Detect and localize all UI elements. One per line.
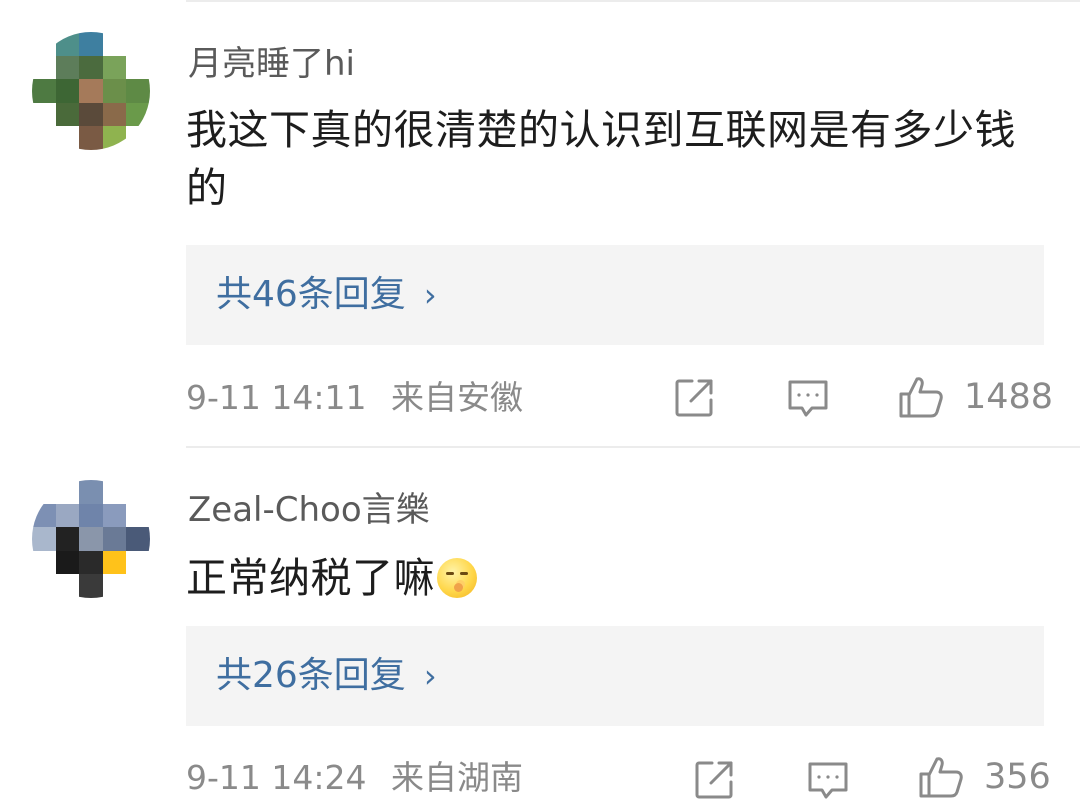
avatar-pixel bbox=[55, 480, 80, 504]
avatar-pixel bbox=[79, 574, 103, 598]
avatar-pixel bbox=[32, 102, 56, 127]
avatar-pixel bbox=[126, 503, 150, 528]
replies-box[interactable]: 共26条回复 › bbox=[186, 626, 1044, 726]
avatar-pixel bbox=[55, 55, 80, 80]
comment-text: 我这下真的很清楚的认识到互联网是有多少钱的 bbox=[186, 101, 1056, 217]
avatar-pixel bbox=[32, 550, 56, 575]
avatar-pixel bbox=[32, 32, 56, 56]
comment-button[interactable] bbox=[786, 378, 830, 420]
comment-text: 正常纳税了嘛 bbox=[186, 549, 1056, 607]
avatar-pixel bbox=[55, 79, 80, 103]
comment-button[interactable] bbox=[806, 760, 850, 802]
view-replies-link[interactable]: 共46条回复 › bbox=[216, 275, 437, 315]
avatar-pixel bbox=[102, 79, 127, 103]
share-button[interactable] bbox=[672, 376, 716, 420]
avatar-pixel bbox=[79, 550, 103, 575]
like-button[interactable]: 1488 bbox=[898, 374, 1053, 420]
avatar-pixel bbox=[32, 480, 56, 504]
comment-text-body: 我这下真的很清楚的认识到互联网是有多少钱的 bbox=[186, 106, 1016, 212]
like-count: 1488 bbox=[964, 377, 1054, 417]
shush-face-emoji-icon bbox=[437, 558, 477, 598]
avatar-pixel bbox=[102, 55, 127, 80]
avatar-pixel bbox=[126, 550, 150, 575]
avatar-pixel bbox=[126, 480, 150, 504]
share-icon bbox=[695, 761, 733, 799]
avatar-pixel bbox=[79, 126, 103, 150]
avatar-pixel bbox=[126, 102, 150, 127]
avatar-pixel bbox=[55, 126, 80, 150]
avatar-pixel bbox=[126, 574, 150, 598]
comment-item: 月亮睡了hi 我这下真的很清楚的认识到互联网是有多少钱的 共46条回复 › 9-1… bbox=[0, 0, 1080, 446]
comment-location: 来自湖南 bbox=[391, 758, 523, 797]
avatar-pixel bbox=[79, 102, 103, 127]
like-count: 356 bbox=[984, 757, 1051, 797]
share-button[interactable] bbox=[692, 758, 736, 802]
avatar-pixel bbox=[55, 102, 80, 127]
avatar-pixel bbox=[55, 550, 80, 575]
avatar-pixel bbox=[55, 574, 80, 598]
avatar-pixel bbox=[79, 527, 103, 551]
avatar-pixel bbox=[55, 32, 80, 56]
avatar-pixel bbox=[32, 574, 56, 598]
avatar-pixel bbox=[102, 126, 127, 150]
comment-meta: 9-11 14:11 来自安徽 bbox=[186, 378, 523, 418]
avatar-pixel bbox=[79, 55, 103, 80]
comment-timestamp: 9-11 14:24 bbox=[186, 758, 367, 797]
comment-meta: 9-11 14:24 来自湖南 bbox=[186, 758, 523, 798]
avatar-pixel bbox=[79, 32, 103, 56]
replies-label: 共26条回复 bbox=[216, 655, 406, 696]
avatar-pixel bbox=[126, 126, 150, 150]
comment-icon bbox=[788, 380, 828, 417]
avatar-pixel bbox=[126, 527, 150, 551]
avatar-pixel bbox=[32, 527, 56, 551]
avatar-pixel bbox=[32, 126, 56, 150]
avatar-pixel bbox=[79, 79, 103, 103]
avatar-pixel bbox=[102, 503, 127, 528]
avatar-pixel bbox=[102, 102, 127, 127]
avatar-pixel bbox=[126, 55, 150, 80]
avatar-pixel bbox=[126, 32, 150, 56]
replies-label: 共46条回复 bbox=[216, 274, 406, 315]
avatar-pixel bbox=[32, 503, 56, 528]
comment-timestamp: 9-11 14:11 bbox=[186, 378, 367, 417]
avatar-pixel bbox=[55, 527, 80, 551]
comment-item: Zeal-Choo言樂 正常纳税了嘛 共26条回复 › 9-11 14:24 来自… bbox=[0, 448, 1080, 799]
replies-box[interactable]: 共46条回复 › bbox=[186, 245, 1044, 345]
avatar-pixel bbox=[102, 480, 127, 504]
avatar-pixel bbox=[102, 527, 127, 551]
avatar-pixel bbox=[126, 79, 150, 103]
avatar-pixel bbox=[102, 550, 127, 575]
avatar-pixel bbox=[102, 32, 127, 56]
avatar-pixel bbox=[32, 55, 56, 80]
share-icon bbox=[675, 379, 713, 417]
chevron-right-icon: › bbox=[423, 657, 437, 695]
comment-icon bbox=[808, 762, 848, 799]
view-replies-link[interactable]: 共26条回复 › bbox=[216, 656, 437, 696]
avatar-pixel bbox=[79, 480, 103, 504]
comment-username[interactable]: Zeal-Choo言樂 bbox=[188, 490, 430, 530]
thumbs-up-icon bbox=[919, 757, 963, 798]
avatar[interactable] bbox=[32, 480, 150, 598]
avatar-pixel bbox=[55, 503, 80, 528]
avatar[interactable] bbox=[32, 32, 150, 150]
chevron-right-icon: › bbox=[423, 276, 437, 314]
like-button[interactable]: 356 bbox=[918, 754, 1051, 800]
comment-location: 来自安徽 bbox=[391, 378, 523, 417]
comment-username[interactable]: 月亮睡了hi bbox=[188, 44, 355, 84]
avatar-pixel bbox=[79, 503, 103, 528]
avatar-pixel bbox=[102, 574, 127, 598]
comment-text-body: 正常纳税了嘛 bbox=[186, 554, 435, 602]
thumbs-up-icon bbox=[899, 377, 943, 418]
avatar-pixel bbox=[32, 79, 56, 103]
